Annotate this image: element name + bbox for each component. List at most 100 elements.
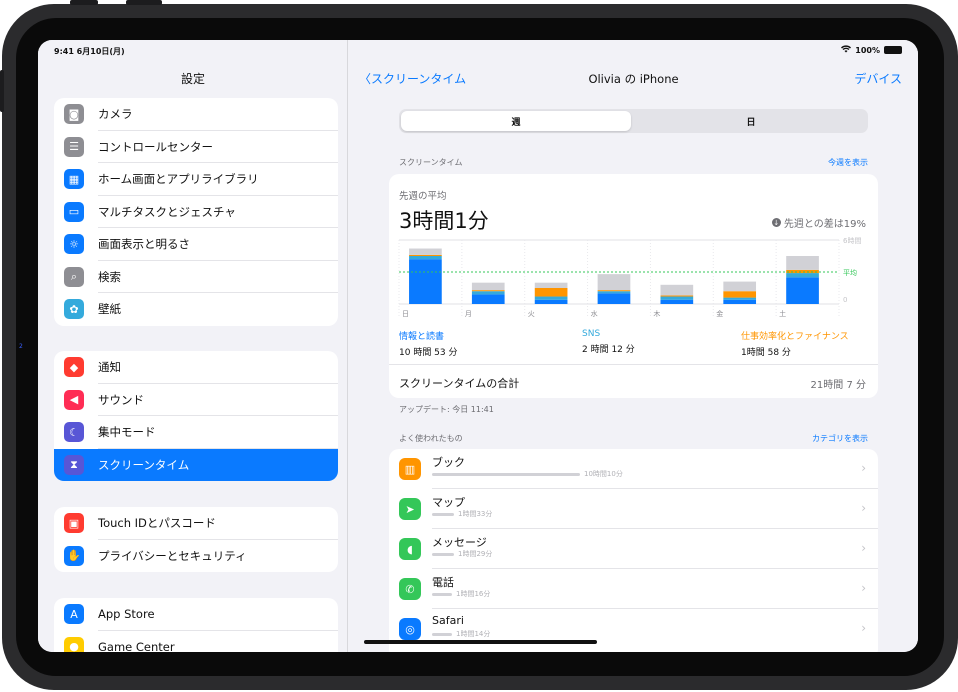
bar-segment: [786, 256, 819, 270]
app-time: 1時間29分: [458, 550, 493, 558]
bar-segment: [660, 295, 694, 297]
sidebar-group: ◆ 通知 ◀ サウンド ☾ 集中モード ⧗ スクリーンタイム: [54, 351, 338, 481]
sidebar-item[interactable]: ◀ サウンド: [54, 384, 338, 416]
settings-sidebar: 9:41 6月10日(月) 設定 ◙ カメラ ☰ コントロールセンター ▦ ホーム画面とア…: [38, 40, 348, 652]
app-usage-row[interactable]: ➤ マップ 1時間33分 ›: [389, 489, 878, 529]
bar-segment: [534, 282, 568, 288]
sidebar-item[interactable]: ▭ マルチタスクとジェスチャ: [54, 196, 338, 228]
top-button-2[interactable]: [126, 0, 162, 5]
sidebar-item[interactable]: ⧗ スクリーンタイム: [54, 448, 338, 481]
app-time: 1時間33分: [458, 510, 493, 518]
nav-title: Olivia の iPhone: [588, 72, 679, 86]
diff-text: 先週との差は19%: [783, 219, 866, 230]
sidebar-item[interactable]: ● Game Center: [54, 631, 338, 652]
battery-percent: 100%: [855, 45, 880, 55]
bar-segment: [786, 273, 819, 278]
chevron-right-icon: ›: [861, 581, 866, 595]
bar-segment: [597, 290, 631, 292]
wifi-icon: [841, 45, 852, 55]
sidebar-item-label: Game Center: [98, 639, 175, 652]
sidebar-item-label: 画面表示と明るさ: [98, 237, 190, 252]
sidebar-item[interactable]: ☼ 画面表示と明るさ: [54, 228, 338, 261]
devices-button[interactable]: デバイス: [854, 70, 902, 87]
sidebar-item-label: 通知: [98, 360, 121, 375]
sidebar-item[interactable]: ✋ プライバシーとセキュリティ: [54, 540, 338, 573]
y-tick-label: 平均: [843, 268, 857, 277]
camera-icon: ◙: [64, 104, 84, 125]
sidebar-item-label: 壁紙: [98, 302, 121, 317]
show-categories-link[interactable]: カテゴリを表示: [812, 433, 868, 444]
sidebar-item[interactable]: ▣ Touch IDとパスコード: [54, 507, 338, 540]
bar-segment: [723, 281, 757, 292]
total-label: スクリーンタイムの合計: [399, 377, 520, 390]
category-name: 情報と読書: [399, 332, 445, 342]
toggles-icon: ☰: [64, 136, 84, 157]
total-screen-time-row[interactable]: スクリーンタイムの合計 21時間 7 分: [389, 364, 878, 398]
app-name: ブック: [432, 456, 465, 469]
bar-segment: [471, 291, 505, 295]
category-value: 2 時間 12 分: [582, 345, 635, 355]
side-marker: 2: [19, 343, 23, 350]
maps-icon: ➤: [399, 498, 421, 520]
chevron-right-icon: ›: [861, 541, 866, 555]
hand-icon: ✋: [64, 545, 84, 566]
sidebar-item-label: App Store: [98, 607, 155, 622]
sidebar-item[interactable]: ▦ ホーム画面とアプリライブラリ: [54, 163, 338, 196]
average-label: 先週の平均: [399, 191, 447, 202]
week-diff: ↓ 先週との差は19%: [771, 215, 866, 230]
sidebar-item[interactable]: A App Store: [54, 598, 338, 631]
multitask-icon: ▭: [64, 201, 84, 222]
bar-segment: [597, 293, 631, 304]
y-tick-label: 0: [843, 296, 847, 304]
side-button[interactable]: [0, 70, 4, 112]
speaker-icon: ◀: [64, 389, 84, 410]
safari-icon: ◎: [399, 618, 421, 640]
app-name: 電話: [432, 576, 454, 589]
screen-time-detail: 100% 〈スクリーンタイム Olivia の iPhone デバイス 週 日 …: [349, 40, 918, 652]
app-usage-row[interactable]: ✆ 電話 1時間16分 ›: [389, 569, 878, 609]
sidebar-item-label: スクリーンタイム: [98, 457, 190, 472]
sidebar-item[interactable]: ✿ 壁紙: [54, 293, 338, 326]
segment-week[interactable]: 週: [401, 111, 631, 131]
app-usage-row[interactable]: ▥ ブック 10時間10分 ›: [389, 449, 878, 489]
y-tick-label: 6時間: [843, 237, 861, 245]
sidebar-item[interactable]: ◙ カメラ: [54, 98, 338, 131]
arrow-down-circle-icon: ↓: [771, 218, 781, 227]
average-value: 3時間1分: [399, 209, 489, 233]
x-tick-label: 水: [591, 309, 598, 318]
sidebar-item-label: プライバシーとセキュリティ: [98, 548, 247, 563]
sidebar-item[interactable]: ☾ 集中モード: [54, 416, 338, 449]
show-this-week-link[interactable]: 今週を表示: [828, 157, 868, 168]
sidebar-item-label: Touch IDとパスコード: [98, 516, 216, 531]
sidebar-group: ◙ カメラ ☰ コントロールセンター ▦ ホーム画面とアプリライブラリ ▭ マルチタスクとジェ…: [54, 98, 338, 326]
chevron-right-icon: ›: [861, 501, 866, 515]
x-tick-label: 土: [779, 309, 786, 318]
sidebar-item[interactable]: ◆ 通知: [54, 351, 338, 384]
bar-segment: [471, 290, 505, 292]
home-screen-icon: ▦: [64, 169, 84, 190]
lock-icon: ▣: [64, 513, 84, 534]
bar-segment: [660, 284, 694, 296]
home-indicator[interactable]: [364, 640, 597, 644]
category-reading: 情報と読書 10 時間 53 分: [399, 329, 458, 358]
segment-day[interactable]: 日: [636, 111, 866, 131]
ipad-screen: 9:41 6月10日(月) 設定 ◙ カメラ ☰ コントロールセンター ▦ ホーム画面とア…: [38, 40, 918, 652]
sun-icon: ☼: [64, 234, 84, 255]
sidebar-item[interactable]: ⌕ 検索: [54, 261, 338, 293]
bar-segment: [534, 288, 568, 297]
top-button[interactable]: [70, 0, 98, 5]
app-name: メッセージ: [432, 536, 487, 549]
usage-bar: [432, 633, 452, 636]
app-time: 1時間16分: [456, 590, 491, 598]
bar-segment: [534, 299, 568, 304]
bar-segment: [723, 299, 757, 304]
sidebar-item-label: 集中モード: [98, 425, 156, 440]
app-usage-row[interactable]: ◖ メッセージ 1時間29分 ›: [389, 529, 878, 569]
bar-segment: [409, 254, 442, 256]
category-value: 1時間 58 分: [741, 348, 791, 358]
weekly-summary-card: 先週の平均 3時間1分 ↓ 先週との差は19% 日 月 火 水 木 金 土 6時間 平均 0 情報…: [389, 174, 878, 398]
sidebar-item[interactable]: ☰ コントロールセンター: [54, 131, 338, 163]
bar-segment: [723, 297, 757, 300]
x-tick-label: 日: [402, 310, 409, 318]
battery-icon: [884, 46, 902, 54]
